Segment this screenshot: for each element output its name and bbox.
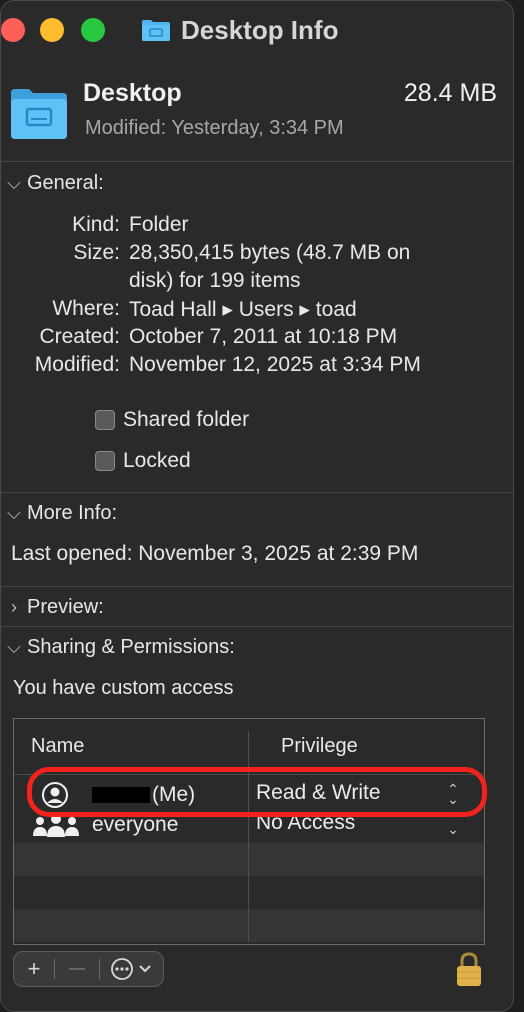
modified-summary: Modified: Yesterday, 3:34 PM — [85, 117, 344, 139]
more-info-heading: More Info: — [27, 501, 118, 524]
minimize-button[interactable] — [40, 18, 64, 42]
locked-checkbox[interactable]: Locked — [95, 449, 191, 473]
where-label: Where: — [52, 297, 120, 320]
kind-label: Kind: — [72, 213, 120, 236]
general-section-header[interactable]: ⌵ General: — [1, 169, 104, 197]
window-title-group: Desktop Info — [141, 13, 338, 47]
lock-icon[interactable] — [455, 951, 483, 987]
chevron-down-icon: ⌵ — [7, 502, 21, 523]
modified-value: November 12, 2025 at 3:34 PM — [129, 353, 421, 376]
general-details: Kind: Folder Size: 28,350,415 bytes (48.… — [1, 213, 501, 383]
size-label: Size: — [73, 241, 120, 264]
chevron-down-icon: ⌵ — [7, 172, 21, 193]
preview-heading: Preview: — [27, 595, 104, 618]
access-text-value: You have custom access — [13, 677, 234, 699]
file-name: Desktop — [83, 79, 182, 107]
kind-value: Folder — [129, 213, 189, 236]
checkbox-box[interactable] — [95, 410, 115, 430]
action-menu-button[interactable] — [100, 952, 162, 986]
permissions-toolbar: + — — [13, 951, 164, 987]
empty-row — [14, 909, 484, 942]
window-title: Desktop Info — [181, 14, 339, 45]
divider — [1, 586, 513, 587]
chevron-right-icon: › — [11, 596, 17, 617]
last-opened-value: Last opened: November 3, 2025 at 2:39 PM — [11, 542, 419, 565]
shared-folder-checkbox[interactable]: Shared folder — [95, 408, 249, 432]
checkbox-box[interactable] — [95, 451, 115, 471]
divider — [1, 161, 513, 162]
column-divider — [248, 731, 249, 942]
remove-button[interactable]: — — [55, 952, 99, 986]
more-info-section-header[interactable]: ⌵ More Info: — [1, 499, 117, 527]
folder-icon — [142, 20, 170, 41]
created-value: October 7, 2011 at 10:18 PM — [129, 325, 398, 348]
info-window: Desktop Info Desktop 28.4 MB Modified: Y… — [0, 0, 514, 1012]
zoom-button[interactable] — [81, 18, 105, 42]
close-button[interactable] — [1, 18, 25, 42]
annotation-highlight — [27, 767, 487, 817]
shared-folder-label: Shared folder — [123, 408, 250, 431]
permissions-table: Name Privilege (Me) Read & Write ⌃⌄ eve — [13, 718, 485, 945]
locked-label: Locked — [123, 449, 191, 472]
divider — [1, 492, 513, 493]
sharing-section-header[interactable]: ⌵ Sharing & Permissions: — [1, 633, 235, 661]
chevron-down-icon — [139, 965, 151, 973]
preview-section-header[interactable]: › Preview: — [1, 593, 104, 621]
modified-label: Modified: — [34, 353, 120, 376]
sharing-heading: Sharing & Permissions: — [27, 635, 235, 658]
title-bar: Desktop Info — [1, 1, 513, 59]
empty-row — [14, 876, 484, 909]
created-label: Created: — [39, 325, 120, 348]
chevron-down-icon: ⌵ — [7, 636, 21, 657]
file-header: Desktop 28.4 MB Modified: Yesterday, 3:3… — [1, 59, 513, 159]
file-size: 28.4 MB — [403, 79, 497, 107]
divider — [1, 626, 513, 627]
size-value-line1: 28,350,415 bytes (48.7 MB on — [129, 241, 411, 264]
where-value: Toad Hall ▸ Users ▸ toad — [129, 298, 357, 321]
size-value-line2: disk) for 199 items — [129, 269, 301, 292]
ellipsis-circle-icon — [111, 958, 133, 980]
folder-icon — [11, 89, 67, 139]
general-heading: General: — [27, 171, 104, 194]
name-column-header[interactable]: Name — [31, 735, 84, 758]
privilege-column-header[interactable]: Privilege — [281, 735, 358, 758]
empty-row — [14, 843, 484, 876]
updown-chevron-icon[interactable]: ⌃ ⌄ — [447, 812, 459, 836]
add-button[interactable]: + — [14, 952, 54, 986]
